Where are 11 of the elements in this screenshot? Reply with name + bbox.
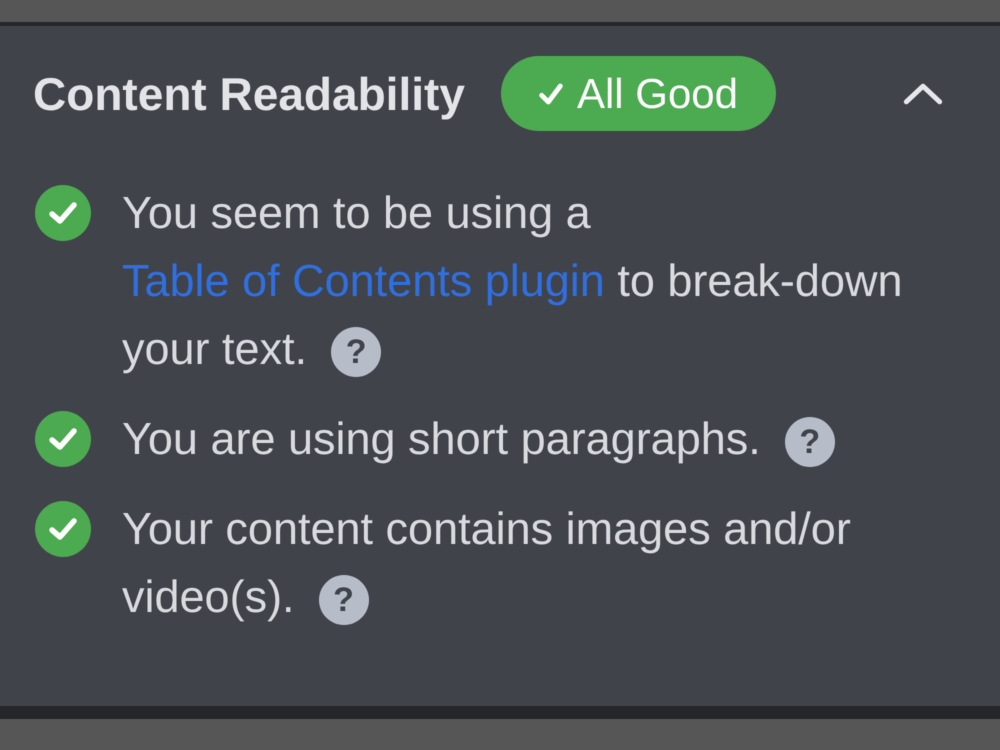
check-text: You seem to be using a Table of Contents plugin to break-down your text. ? bbox=[122, 179, 957, 383]
help-button[interactable]: ? bbox=[331, 327, 382, 378]
check-text: Your content contains images and/or video(s). ? bbox=[122, 495, 957, 631]
status-label: All Good bbox=[576, 70, 738, 118]
check-text: You are using short paragraphs. ? bbox=[122, 405, 957, 473]
chevron-up-icon bbox=[903, 82, 943, 106]
collapse-toggle[interactable] bbox=[903, 82, 943, 106]
check-icon bbox=[538, 82, 563, 104]
section-title: Content Readability bbox=[33, 66, 465, 120]
help-button[interactable]: ? bbox=[784, 417, 835, 468]
help-button[interactable]: ? bbox=[318, 575, 369, 626]
